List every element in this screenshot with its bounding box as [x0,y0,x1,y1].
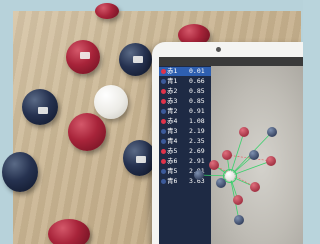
tablet-screen: 赤1 0.01 青1 0.66 赤2 0.85 赤3 0.85 青2 0.91 … [159,57,303,244]
blue-ball [22,89,58,125]
blue-ball [119,43,152,76]
measurement-lines [198,131,273,221]
ball-label [38,107,48,114]
red-ball-marker [209,160,219,170]
photo: 赤1 0.01 青1 0.66 赤2 0.85 赤3 0.85 青2 0.91 … [0,0,303,244]
red-ball [66,40,100,74]
red-ball [48,219,90,244]
ball-label [80,52,90,59]
red-ball-marker [266,156,276,166]
white-jack-ball [94,85,128,119]
blue-ball-marker [216,178,226,188]
red-ball [68,113,106,151]
ball-label [133,56,143,63]
red-ball-marker [250,182,260,192]
blue-ball-marker [249,150,259,160]
red-ball-marker [239,127,249,137]
blue-ball-marker [194,170,204,180]
blue-ball-marker [234,215,244,225]
blue-ball-marker [267,127,277,137]
blue-ball [2,152,38,192]
red-ball-marker [233,195,243,205]
red-ball [95,3,119,19]
red-ball-marker [222,150,232,160]
ball-label [136,156,146,163]
camera-icon [216,47,221,52]
